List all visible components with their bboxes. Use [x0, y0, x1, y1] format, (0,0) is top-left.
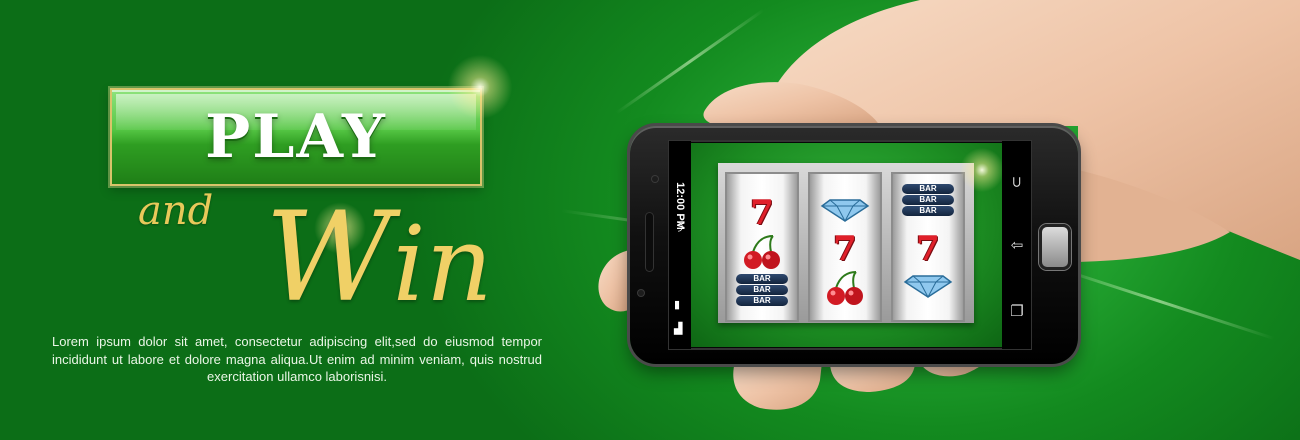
bar-label: BAR [902, 184, 954, 194]
triple-bar-symbol: BAR BAR BAR [893, 184, 963, 216]
phone-home-button[interactable] [1039, 224, 1071, 270]
wifi-icon: ◠ [672, 221, 687, 233]
slot-reel-1: 7 BAR BAR BAR [725, 172, 799, 322]
signal-icon: ▟ [674, 323, 683, 335]
bar-label: BAR [902, 206, 954, 216]
status-bar [669, 141, 691, 349]
bar-label: BAR [736, 274, 788, 284]
slot-reel-3: BAR BAR BAR 7 [891, 172, 965, 322]
phone-camera [652, 176, 658, 182]
triple-bar-symbol: BAR BAR BAR [727, 274, 797, 306]
bar-label: BAR [736, 296, 788, 306]
sparkle-icon [958, 146, 1006, 194]
slot-reel-2: 7 [808, 172, 882, 322]
bar-label: BAR [736, 285, 788, 295]
cherry-icon [827, 271, 863, 305]
cherry-icon [744, 235, 780, 269]
status-time: 12:00 PM [674, 182, 686, 230]
battery-icon: ▮ [674, 299, 681, 311]
phone-speaker [645, 212, 654, 272]
recent-apps-icon[interactable]: ❐ [1006, 300, 1028, 322]
diamond-icon [820, 199, 870, 222]
seven-symbol: 7 [833, 229, 857, 269]
seven-symbol: 7 [916, 229, 940, 269]
seven-symbol: 7 [750, 193, 774, 233]
bar-label: BAR [902, 195, 954, 205]
promo-banner: PLAY and Win Lorem ipsum dolor sit amet,… [0, 0, 1300, 440]
back-icon[interactable]: ⊃ [1006, 171, 1028, 193]
diamond-icon [903, 275, 953, 298]
home-icon[interactable]: ⇦ [1006, 234, 1028, 256]
phone-sensor [638, 290, 644, 296]
